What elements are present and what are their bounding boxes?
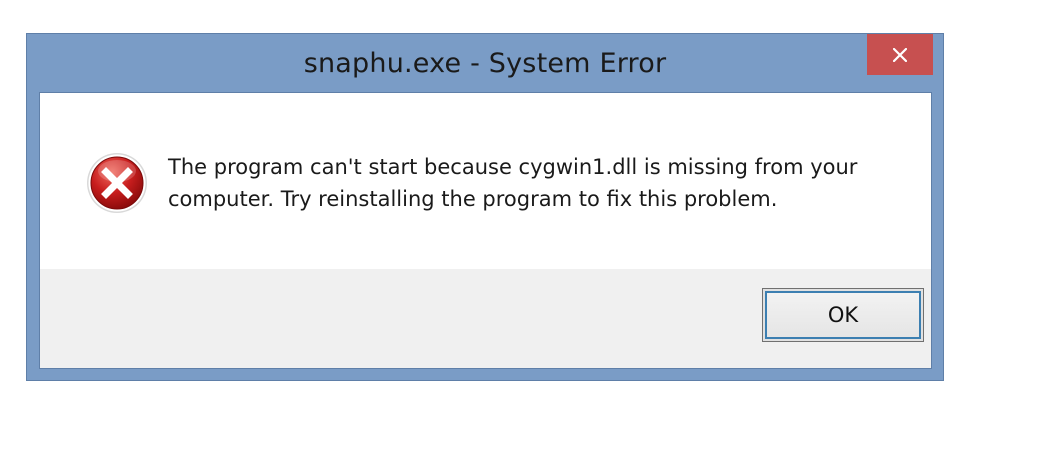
- close-button[interactable]: [867, 34, 933, 75]
- error-icon: [85, 151, 149, 215]
- title-bar[interactable]: snaphu.exe - System Error: [27, 34, 943, 92]
- ok-button-label: OK: [765, 291, 921, 339]
- error-message: The program can't start because cygwin1.…: [168, 151, 891, 215]
- error-dialog-window: snaphu.exe - System Error The program ca…: [26, 33, 944, 381]
- error-message-line-1: The program can't start because cygwin1.…: [168, 155, 858, 179]
- error-message-line-2: computer. Try reinstalling the program t…: [168, 187, 778, 211]
- message-area: The program can't start because cygwin1.…: [40, 93, 931, 269]
- button-bar: OK: [40, 269, 931, 368]
- close-icon: [893, 47, 907, 62]
- ok-button[interactable]: OK: [762, 288, 924, 342]
- window-title: snaphu.exe - System Error: [303, 48, 667, 79]
- dialog-client-area: The program can't start because cygwin1.…: [39, 92, 932, 369]
